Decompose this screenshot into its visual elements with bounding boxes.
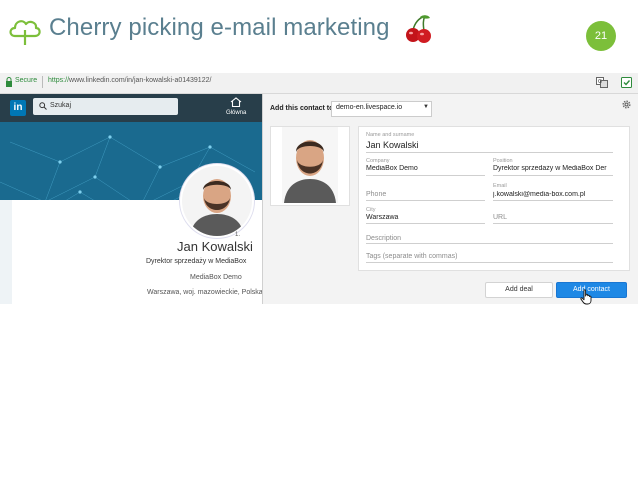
profile-headline: Dyrektor sprzedaży w MediaBox [146,258,247,265]
contact-photo [282,127,338,203]
add-deal-button[interactable]: Add deal [485,282,553,298]
email-field[interactable]: j.kowalski@media-box.com.pl [493,191,613,198]
svg-text:G: G [598,79,602,85]
company-field[interactable]: MediaBox Demo [366,165,481,172]
city-field-underline [366,223,485,224]
url-scheme: https:// [48,77,70,84]
panel-heading: Add this contact to [270,105,334,112]
search-placeholder: Szukaj [50,102,72,109]
description-field[interactable]: Description [366,235,401,242]
phone-field-underline [366,200,485,201]
city-field-label: City [366,207,376,213]
url-path: www.linkedin.com/in/jan-kowalski-a014391… [69,77,212,84]
cloud-icon [9,20,41,45]
home-nav-label[interactable]: Główna [226,110,246,116]
tags-field[interactable]: Tags (separate with commas) [366,253,457,260]
translate-icon[interactable]: G [596,77,608,88]
person-photo-icon [182,166,252,236]
search-icon [39,102,47,110]
profile-location: Warszawa, woj. mazowieckie, Polska [147,289,263,296]
phone-field[interactable]: Phone [366,191,386,198]
url-field-underline [493,223,613,224]
lock-icon [6,77,12,87]
name-field[interactable]: Jan Kowalski [366,140,606,150]
connection-degree: 1. [235,232,241,238]
position-field-underline [493,175,613,176]
url-divider [42,76,43,88]
position-field[interactable]: Dyrektor sprzedaży w MediaBox Der [493,165,613,172]
person-photo-icon [282,127,338,203]
name-field-label: Name and surname [366,132,415,138]
hand-cursor-icon [580,289,592,305]
account-select-value: demo-en.livespace.io [336,104,403,111]
page-margin [0,200,12,304]
page-number-badge: 21 [586,21,616,51]
email-field-underline [493,200,613,201]
description-field-underline [366,243,613,244]
url-field-input[interactable]: URL [493,214,507,221]
slide-title: Cherry picking e-mail marketing [49,14,390,41]
email-field-label: Email [493,183,507,189]
company-field-underline [366,175,485,176]
profile-name: Jan Kowalski [177,239,253,254]
position-field-label: Position [493,158,513,164]
url-field[interactable]: https://www.linkedin.com/in/jan-kowalski… [48,77,211,84]
linkedin-logo[interactable]: in [10,100,26,116]
city-field[interactable]: Warszawa [366,214,481,221]
name-field-underline [366,152,613,153]
cherry-icon [406,15,431,43]
profile-avatar[interactable] [180,164,254,238]
secure-label: Secure [15,77,38,84]
company-field-label: Company [366,158,390,164]
tags-field-underline [366,262,613,263]
home-icon[interactable] [230,97,242,107]
extension-icon[interactable] [621,77,632,88]
chevron-down-icon: ▼ [423,104,429,110]
gear-icon[interactable] [621,99,632,110]
profile-company[interactable]: MediaBox Demo [190,274,242,281]
